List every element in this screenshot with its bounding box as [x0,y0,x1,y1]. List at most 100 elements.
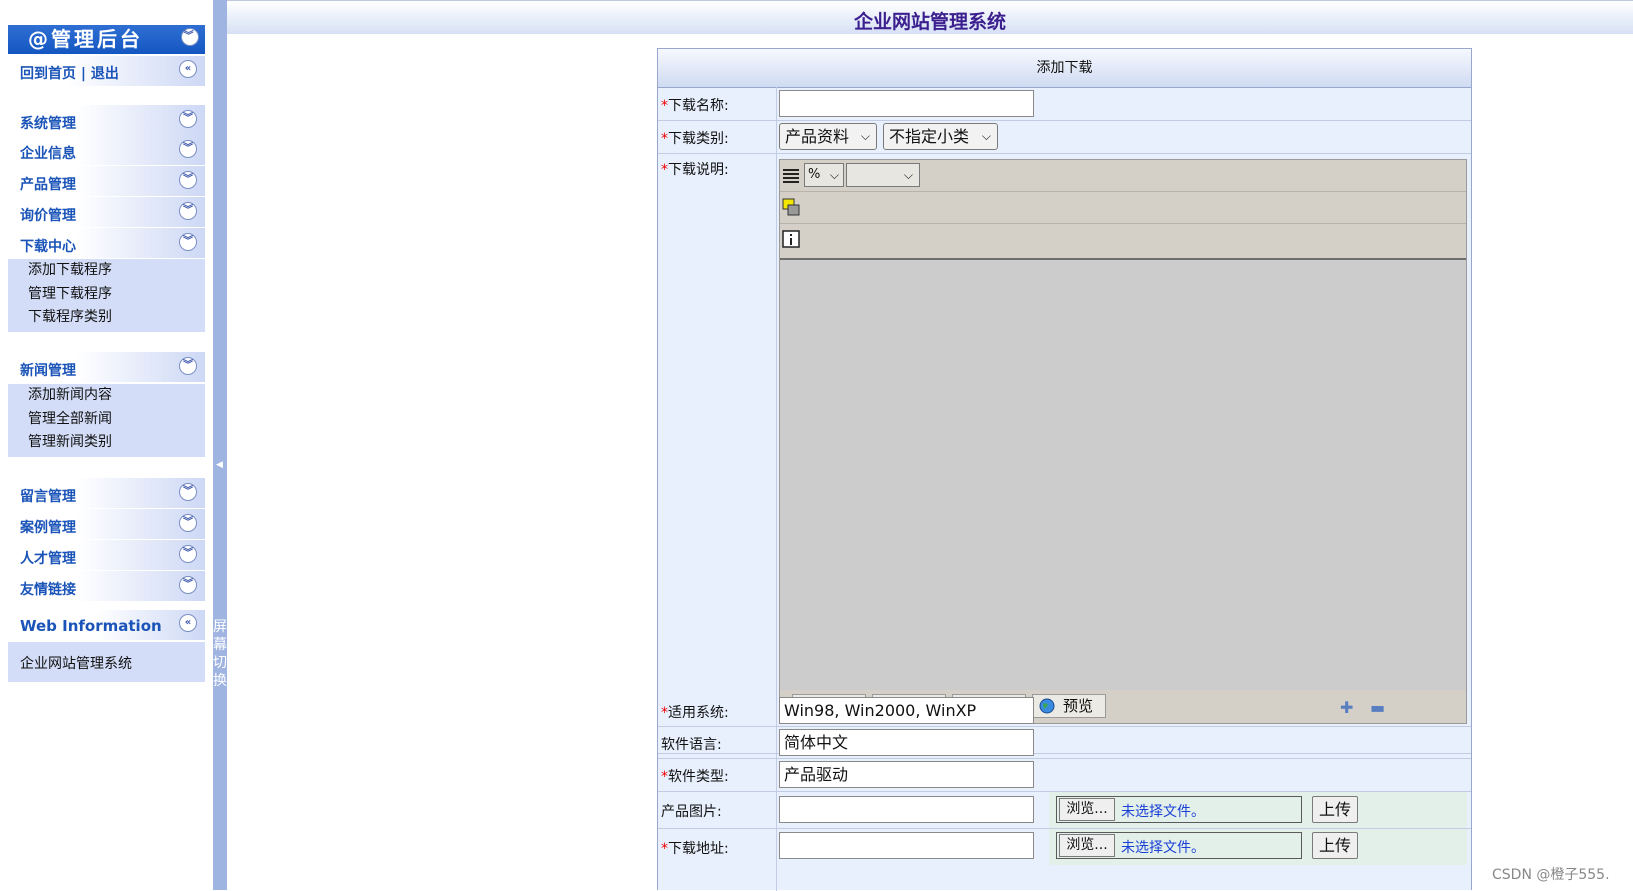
editor-toolbar-1: % ⌵ ⌵ [780,160,1466,192]
paragraph-icon[interactable] [782,166,800,184]
expand-icon[interactable]: ︾ [179,483,197,501]
rich-text-editor: %⌵ ⌵ 代码 设计 [779,159,1467,724]
row-download-category: *下载类别: 产品资料 ⌵ 不指定小类 ⌵ [658,120,1471,154]
watermark: CSDN @橙子555. [1492,867,1610,883]
row-language: 软件语言: 简体中文 [658,727,1471,759]
row-software-type: *软件类型: 产品驱动 [658,759,1471,792]
expand-icon[interactable]: ︾ [179,110,197,128]
row-product-image: 产品图片: 浏览... 未选择文件。 上传 [658,792,1471,829]
dropdown-arrow-icon: ⌵ [860,129,870,143]
upload-file-button[interactable]: 上传 [1312,832,1358,859]
expand-icon[interactable]: ︾ [179,576,197,594]
expand-icon[interactable]: ︾ [179,140,197,158]
system-label: *适用系统: [661,705,729,721]
sidebar-header: @管理后台 ︾ [8,25,205,54]
dropdown-arrow-icon: ⌵ [829,168,839,182]
row-download-name: *下载名称: [658,87,1471,121]
menu-label: 人才管理 [20,551,76,567]
expand-icon[interactable]: ︾ [179,233,197,251]
expand-icon[interactable]: ︾ [179,514,197,532]
menu-label: 留言管理 [20,489,76,505]
top-bar: 企业网站管理系统 [227,0,1633,34]
submenu-add-news[interactable]: 添加新闻内容 [8,384,205,408]
menu-label: 产品管理 [20,177,76,193]
expand-icon[interactable]: ︾ [179,171,197,189]
menu-products[interactable]: 产品管理 ︾ [8,166,205,196]
zoom-select[interactable]: % ⌵ [804,163,844,187]
expand-icon[interactable]: ︾ [179,545,197,563]
category-select[interactable]: 产品资料 ⌵ [779,123,877,150]
menu-messages[interactable]: 留言管理 ︾ [8,478,205,508]
language-label: 软件语言: [661,737,722,753]
home-logout-row: 回到首页 | 退出 « [8,56,205,86]
info-icon[interactable] [782,230,800,248]
sidebar-splitter[interactable]: ◀ 屏幕切换 [213,0,227,890]
editor-toolbar-3 [780,224,1466,255]
download-url-label: *下载地址: [661,841,729,857]
product-image-file-picker[interactable]: 浏览... 未选择文件。 [1056,796,1302,823]
editor-toolbar-2 [780,192,1466,224]
news-submenu: 添加新闻内容 管理全部新闻 管理新闻类别 [8,384,205,457]
menu-label: 企业信息 [20,146,76,162]
web-information-box: 企业网站管理系统 [8,642,205,682]
menu-label: 询价管理 [20,208,76,224]
submenu-manage-downloads[interactable]: 管理下载程序 [8,283,205,307]
download-file-picker[interactable]: 浏览... 未选择文件。 [1056,832,1302,859]
double-chevron-left-icon[interactable]: « [179,614,197,632]
download-description-label: *下载说明: [661,162,729,178]
download-category-label: *下载类别: [661,131,729,147]
web-information-title: Web Information [20,617,162,635]
collapse-arrow-icon[interactable]: ◀ [216,460,223,470]
download-url-input[interactable] [779,832,1034,859]
add-download-form: 添加下载 *下载名称: *下载类别: 产品资料 ⌵ 不指定小类 ⌵ *下载说明: %… [657,48,1472,891]
software-type-label: *软件类型: [661,769,729,785]
menu-inquiry[interactable]: 询价管理 ︾ [8,197,205,227]
sidebar-header-title: @管理后台 [28,27,143,51]
insert-layer-icon[interactable] [782,198,800,216]
web-information-header[interactable]: Web Information « [8,610,205,640]
expand-icon[interactable]: ︾ [179,357,197,375]
menu-downloads[interactable]: 下载中心 ︾ [8,228,205,258]
menu-news[interactable]: 新闻管理 ︾ [8,352,205,382]
file-status: 未选择文件。 [1121,840,1205,856]
dropdown-arrow-icon: ⌵ [903,168,913,182]
editor-content-area[interactable] [780,258,1466,690]
download-name-label: *下载名称: [661,98,729,114]
menu-label: 新闻管理 [20,363,76,379]
home-logout-link[interactable]: 回到首页 | 退出 [20,63,119,83]
menu-label: 下载中心 [20,239,76,255]
subcategory-select[interactable]: 不指定小类 ⌵ [883,123,998,150]
upload-image-button[interactable]: 上传 [1312,796,1358,823]
menu-links[interactable]: 友情链接 ︾ [8,571,205,601]
menu-system[interactable]: 系统管理 ︾ [8,105,205,135]
browse-button[interactable]: 浏览... [1059,798,1115,821]
double-chevron-left-icon[interactable]: « [179,60,197,78]
submenu-manage-news[interactable]: 管理全部新闻 [8,408,205,432]
submenu-add-download[interactable]: 添加下载程序 [8,259,205,283]
menu-cases[interactable]: 案例管理 ︾ [8,509,205,539]
font-select[interactable]: ⌵ [846,163,920,187]
browse-button[interactable]: 浏览... [1059,834,1115,857]
web-information-text: 企业网站管理系统 [20,656,132,672]
download-name-input[interactable] [779,90,1034,117]
page-title: 企业网站管理系统 [853,11,1006,33]
language-input[interactable]: 简体中文 [779,729,1034,756]
dropdown-arrow-icon: ⌵ [981,129,991,143]
menu-label: 系统管理 [20,116,76,132]
software-type-input[interactable]: 产品驱动 [779,761,1034,788]
form-title: 添加下载 [658,49,1471,88]
expand-icon[interactable]: ︾ [179,202,197,220]
screen-switch-label[interactable]: 屏幕切换 [213,618,227,690]
system-input[interactable]: Win98, Win2000, WinXP [779,697,1034,724]
collapse-icon[interactable]: ︾ [181,28,199,46]
row-download-url: *下载地址: 浏览... 未选择文件。 上传 [658,829,1471,891]
submenu-download-categories[interactable]: 下载程序类别 [8,306,205,330]
row-system: *适用系统: Win98, Win2000, WinXP [658,695,1471,727]
menu-talent[interactable]: 人才管理 ︾ [8,540,205,570]
product-image-input[interactable] [779,796,1034,823]
menu-label: 友情链接 [20,582,76,598]
menu-company-info[interactable]: 企业信息 ︾ [8,135,205,165]
menu-label: 案例管理 [20,520,76,536]
submenu-news-categories[interactable]: 管理新闻类别 [8,431,205,455]
file-status: 未选择文件。 [1121,804,1205,820]
